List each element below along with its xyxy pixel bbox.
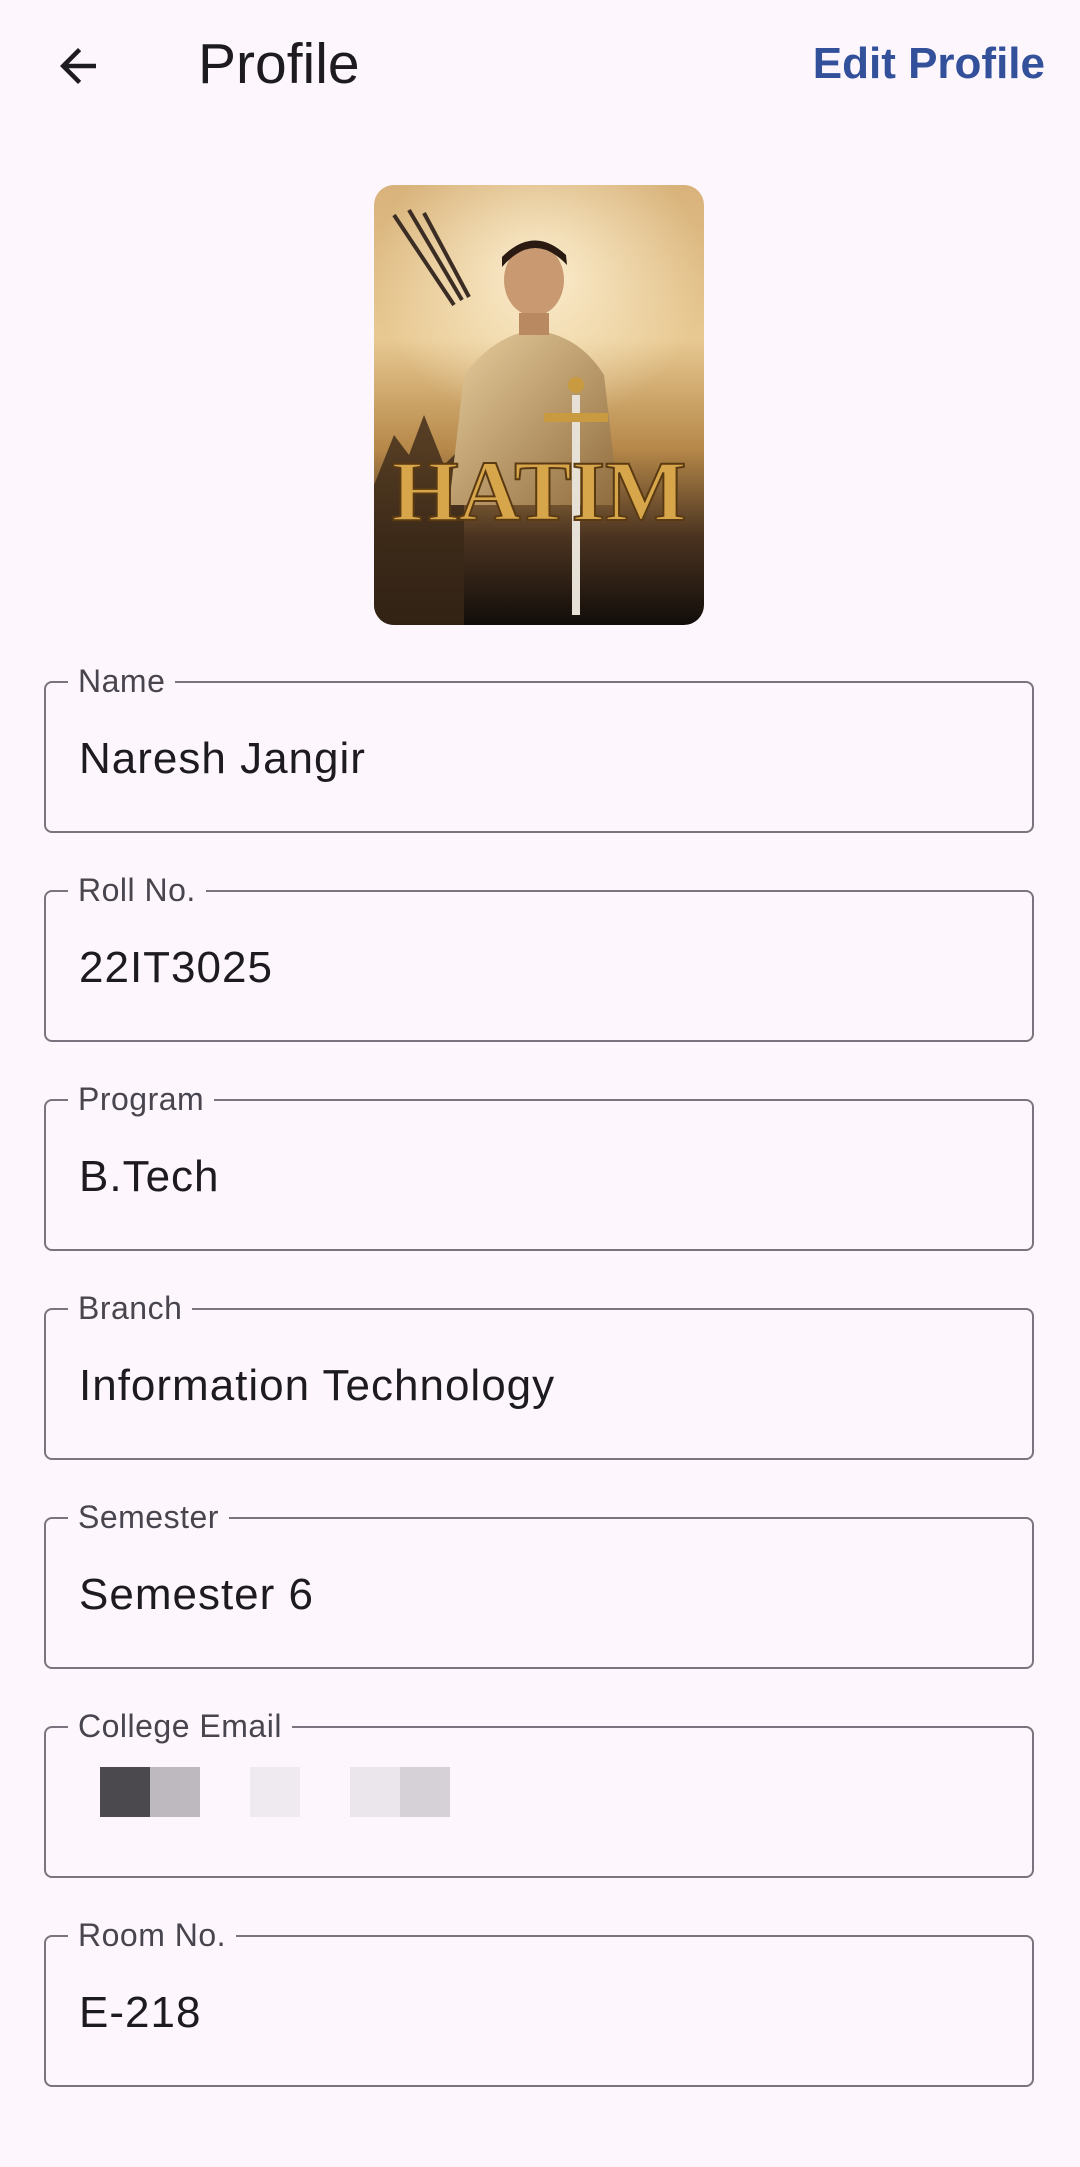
room-no-label: Room No. [68, 1915, 237, 1955]
poster-title: HATIM [392, 443, 687, 539]
semester-label: Semester [68, 1497, 229, 1537]
branch-label: Branch [68, 1288, 193, 1328]
arrow-back-icon [60, 48, 96, 84]
page-title: Profile [198, 32, 360, 96]
app-bar: Profile Edit Profile [0, 0, 1080, 130]
roll-no-field[interactable]: Roll No. 22IT3025 [44, 870, 1034, 1042]
profile-avatar[interactable]: HATIM [374, 185, 704, 625]
semester-field[interactable]: Semester Semester 6 [44, 1497, 1034, 1669]
branch-field[interactable]: Branch Information Technology [44, 1288, 1034, 1460]
college-email-field[interactable]: College Email [44, 1706, 1034, 1878]
edit-profile-button[interactable]: Edit Profile [813, 36, 1045, 92]
name-value: Naresh Jangir [79, 734, 366, 783]
back-button[interactable] [40, 28, 116, 104]
program-value: B.Tech [79, 1152, 220, 1201]
program-label: Program [68, 1079, 215, 1119]
room-no-field[interactable]: Room No. E-218 [44, 1915, 1034, 2087]
college-email-label: College Email [68, 1706, 292, 1746]
program-field[interactable]: Program B.Tech [44, 1079, 1034, 1251]
roll-no-value: 22IT3025 [79, 943, 273, 992]
name-label: Name [68, 661, 176, 701]
semester-value: Semester 6 [79, 1570, 314, 1619]
branch-value: Information Technology [79, 1361, 556, 1410]
redacted-email-value [100, 1767, 450, 1817]
profile-photo: HATIM [374, 185, 704, 625]
room-no-value: E-218 [79, 1988, 202, 2037]
roll-no-label: Roll No. [68, 870, 206, 910]
name-field[interactable]: Name Naresh Jangir [44, 661, 1034, 833]
